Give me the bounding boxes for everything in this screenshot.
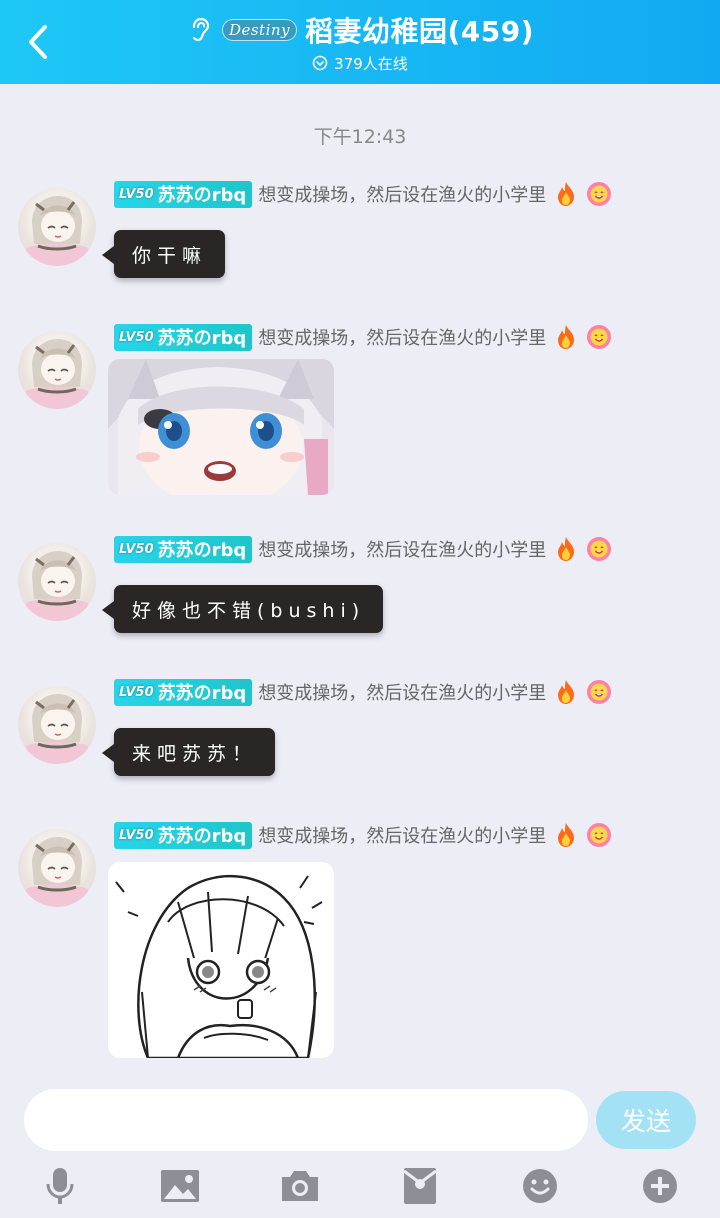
chat-message: LV50 苏苏のrbq 想变成操场，然后设在渔火的小学里 你干嘛 [0,180,720,300]
avatar[interactable] [18,543,96,621]
nickname: 苏苏のrbq [157,540,247,561]
flower-smile-icon [587,823,612,847]
member-tagline: 想变成操场，然后设在渔火的小学里 [258,683,547,704]
level-label: LV50 [119,684,154,700]
level-label: LV50 [119,541,154,557]
message-bubble[interactable]: 好像也不错(bushi) [101,585,384,633]
emoji-icon [523,1169,557,1203]
level-label: LV50 [119,329,154,345]
manga-girl-image [108,862,334,1058]
image-message[interactable] [108,359,334,495]
nickname: 苏苏のrbq [157,683,247,704]
avatar[interactable] [18,188,96,266]
member-tagline: 想变成操场，然后设在渔火的小学里 [258,826,547,847]
member-tagline: 想变成操场，然后设在渔火的小学里 [258,540,547,561]
level-label: LV50 [119,186,154,202]
flower-smile-icon [587,325,612,349]
chat-message: LV50 苏苏のrbq 想变成操场，然后设在渔火的小学里 好像也不错(bushi… [0,535,720,655]
camera-button[interactable] [270,1158,330,1214]
online-count: 379人在线 [334,54,408,73]
member-tagline: 想变成操场，然后设在渔火的小学里 [258,185,547,206]
chat-header: Destiny 稻妻幼稚园(459) 379人在线 [0,0,720,84]
message-meta: LV50 苏苏のrbq 想变成操场，然后设在渔火的小学里 [114,323,612,351]
ear-icon[interactable] [186,16,214,44]
flower-smile-icon [587,680,612,704]
chat-message: LV50 苏苏のrbq 想变成操场，然后设在渔火的小学里 来吧苏苏！ [0,678,720,798]
avatar[interactable] [18,686,96,764]
emoji-button[interactable] [510,1158,570,1214]
plus-icon [643,1169,677,1203]
microphone-icon [46,1168,74,1204]
input-area: 发送 [0,1074,720,1218]
send-button[interactable]: 发送 [596,1091,696,1149]
message-meta: LV50 苏苏のrbq 想变成操场，然后设在渔火的小学里 [114,535,612,563]
red-packet-button[interactable] [390,1158,450,1214]
chat-message: LV50 苏苏のrbq 想变成操场，然后设在渔火的小学里 [0,323,720,513]
image-message[interactable] [108,862,334,1058]
image-button[interactable] [150,1158,210,1214]
message-meta: LV50 苏苏のrbq 想变成操场，然后设在渔火的小学里 [114,180,612,208]
message-meta: LV50 苏苏のrbq 想变成操场，然后设在渔火的小学里 [114,821,612,849]
level-badge[interactable]: LV50 苏苏のrbq [114,821,253,849]
nickname: 苏苏のrbq [157,185,247,206]
avatar[interactable] [18,829,96,907]
nickname: 苏苏のrbq [157,826,247,847]
flame-icon [558,680,575,704]
flame-icon [558,537,575,561]
online-check-icon [312,55,328,71]
flame-icon [558,182,575,206]
flame-icon [558,823,575,847]
message-input[interactable] [24,1089,588,1151]
member-tagline: 想变成操场，然后设在渔火的小学里 [258,328,547,349]
message-bubble[interactable]: 来吧苏苏！ [101,728,276,776]
red-packet-icon [403,1168,437,1204]
chat-message: LV50 苏苏のrbq 想变成操场，然后设在渔火的小学里 [0,821,720,1074]
level-badge[interactable]: LV50 苏苏のrbq [114,323,253,351]
online-status: 379人在线 [0,52,720,74]
camera-icon [282,1171,318,1201]
microphone-button[interactable] [30,1158,90,1214]
message-meta: LV50 苏苏のrbq 想变成操场，然后设在渔火的小学里 [114,678,612,706]
nickname: 苏苏のrbq [157,328,247,349]
chat-messages[interactable]: 下午12:43 LV50 苏苏のrbq 想变成操场，然后设在渔火的小学里 你干嘛… [0,84,720,1074]
level-label: LV50 [119,827,154,843]
flame-icon [558,325,575,349]
level-badge[interactable]: LV50 苏苏のrbq [114,678,253,706]
input-toolbar [0,1158,720,1214]
flower-smile-icon [587,537,612,561]
anime-girl-image [108,359,334,495]
message-bubble[interactable]: 你干嘛 [101,230,226,278]
flower-smile-icon [587,182,612,206]
title-row: Destiny 稻妻幼稚园(459) [0,10,720,50]
level-badge[interactable]: LV50 苏苏のrbq [114,535,253,563]
plus-button[interactable] [630,1158,690,1214]
message-timestamp: 下午12:43 [313,126,407,148]
destiny-logo: Destiny [221,19,297,41]
avatar[interactable] [18,331,96,409]
image-icon [161,1170,199,1202]
group-title: 稻妻幼稚园(459) [305,15,535,48]
level-badge[interactable]: LV50 苏苏のrbq [114,180,253,208]
